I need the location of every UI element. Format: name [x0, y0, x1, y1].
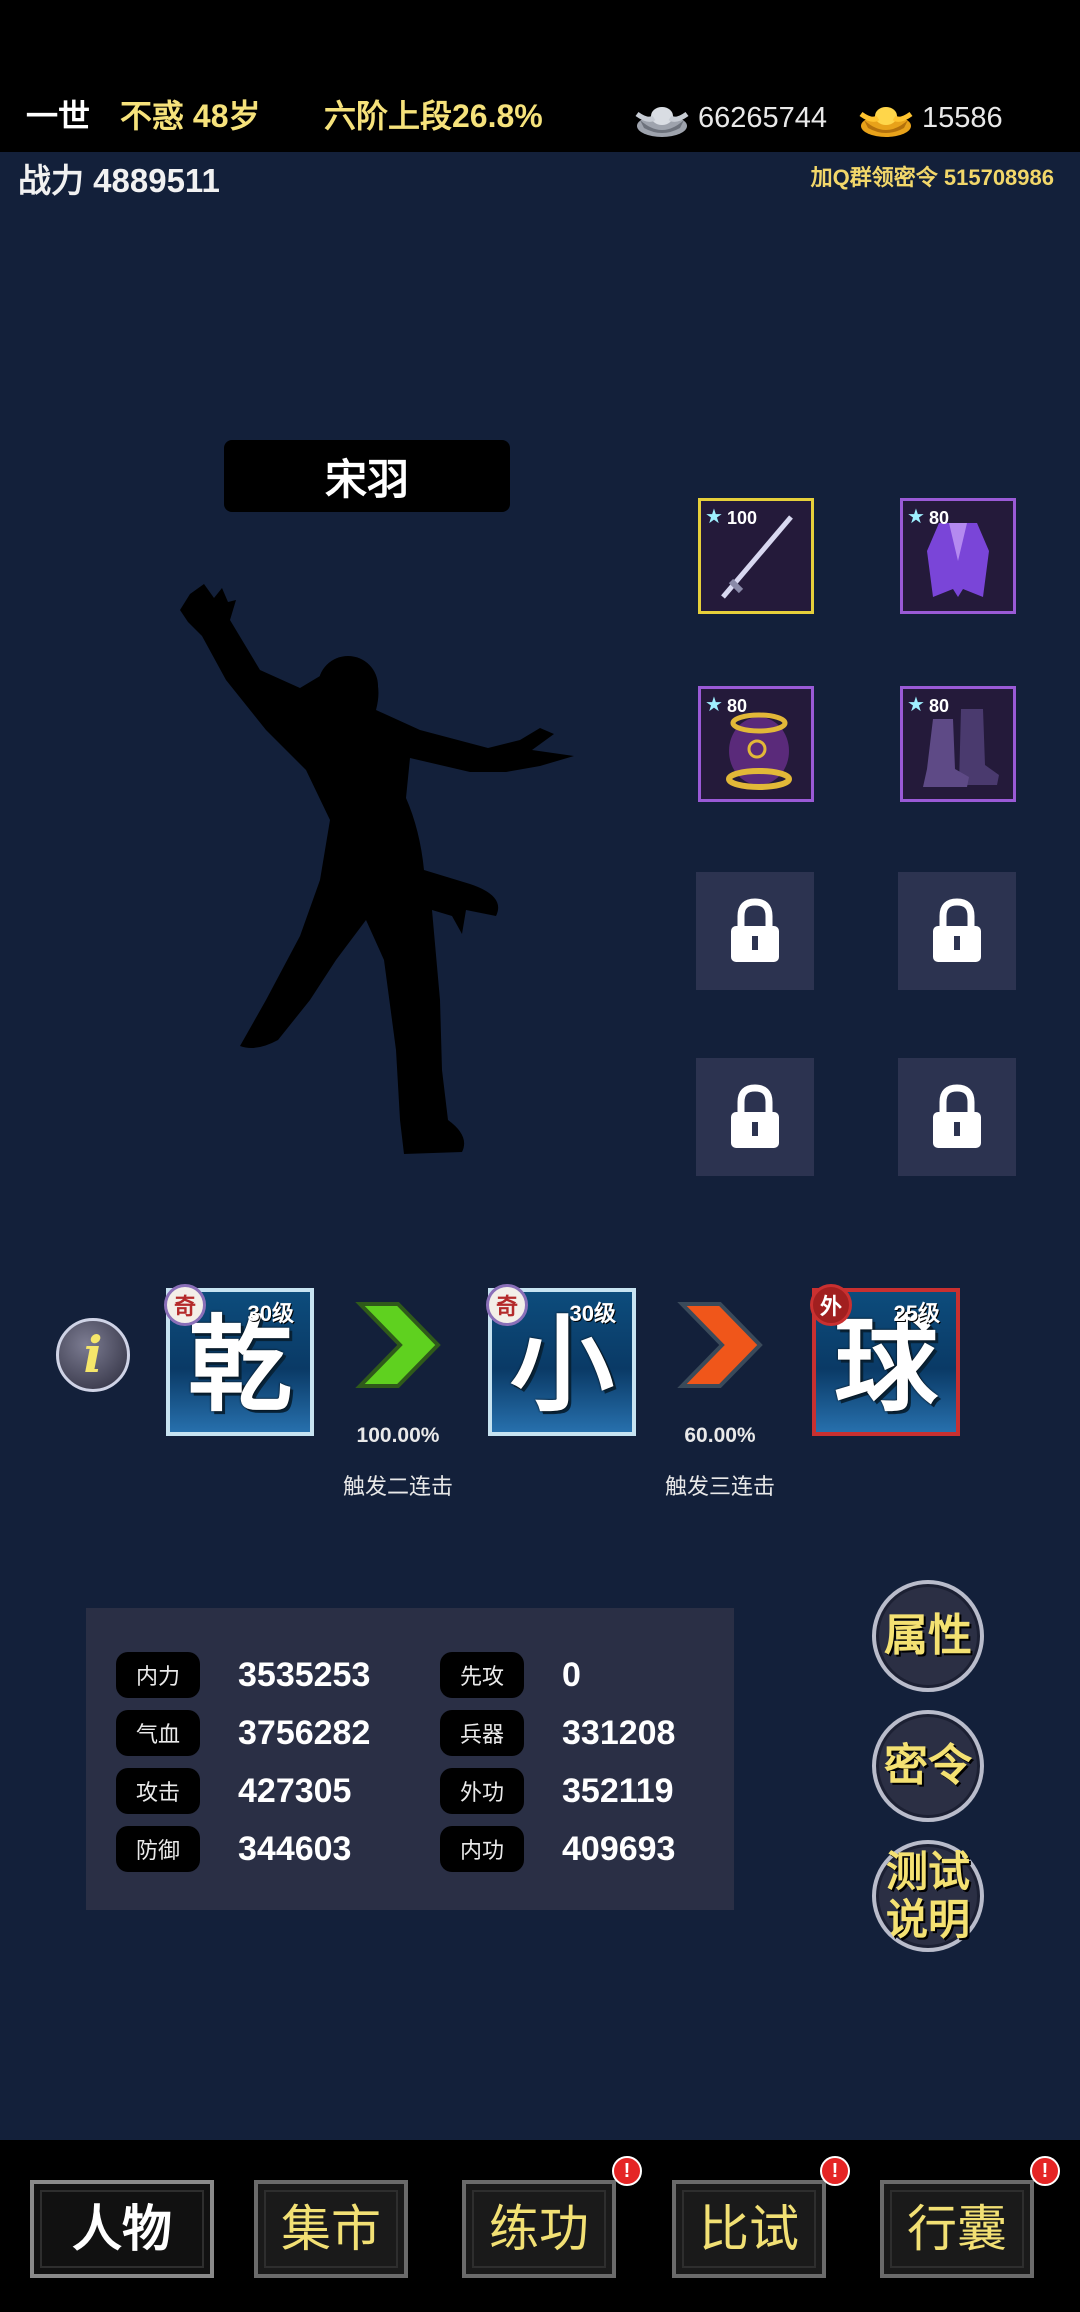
tab-character[interactable]: 人物 [30, 2180, 214, 2278]
skill-card-1[interactable]: 乾 30级 奇 [164, 1284, 314, 1436]
silver-ingot-icon [635, 107, 689, 137]
equip-level: 80 [727, 696, 748, 716]
test-info-line1: 测试 [885, 1848, 970, 1895]
star-icon: ★ [705, 694, 723, 716]
info-button[interactable]: i [56, 1318, 130, 1392]
combat-power: 战力 4889511 [18, 162, 220, 199]
chevron-right-icon [355, 1302, 441, 1388]
test-info-label: 测试 说明 [886, 1848, 970, 1944]
skill-level: 30级 [247, 1301, 294, 1326]
gold-ingot-icon [859, 107, 913, 137]
stats-panel: 内力 3535253 先攻 0 气血 3756282 兵器 331208 攻击 … [86, 1608, 734, 1910]
code-button[interactable]: 密令 [872, 1710, 984, 1822]
age-label: 不惑 48岁 [120, 98, 261, 134]
star-icon: ★ [907, 694, 925, 716]
equip-slot-weapon[interactable]: ★ 100 [698, 498, 814, 614]
stat-value: 3535253 [238, 1656, 371, 1694]
attributes-label: 属性 [884, 1611, 972, 1660]
alert-badge: ! [820, 2156, 850, 2186]
chevron-right-icon [677, 1302, 763, 1388]
stat-label: 兵器 [440, 1710, 524, 1756]
combo-chance: 60.00% [684, 1424, 756, 1447]
stat-label: 气血 [116, 1710, 200, 1756]
locked-equip-slot[interactable] [898, 1058, 1016, 1176]
stat-label: 外功 [440, 1768, 524, 1814]
skill-card-2[interactable]: 小 30级 奇 [486, 1284, 636, 1436]
stat-label: 攻击 [116, 1768, 200, 1814]
combo-label: 触发二连击 [342, 1474, 453, 1499]
alert-badge: ! [612, 2156, 642, 2186]
lock-icon [933, 1084, 981, 1148]
realm-progress: 六阶上段26.8% [324, 98, 543, 134]
skill-type-badge: 奇 [486, 1284, 528, 1326]
stat-label: 内力 [116, 1652, 200, 1698]
skill-level: 25级 [893, 1301, 940, 1326]
stat-label: 先攻 [440, 1652, 524, 1698]
star-icon: ★ [907, 506, 925, 528]
test-info-line2: 说明 [885, 1896, 970, 1943]
lock-icon [731, 898, 779, 962]
skill-type-badge: 奇 [164, 1284, 206, 1326]
lock-icon [933, 898, 981, 962]
character-name: 宋羽 [224, 440, 510, 512]
character-silhouette [180, 584, 574, 1154]
locked-equip-slot[interactable] [696, 872, 814, 990]
attributes-button[interactable]: 属性 [872, 1580, 984, 1692]
lock-icon [731, 1084, 779, 1148]
locked-equip-slot[interactable] [696, 1058, 814, 1176]
skill-card-3[interactable]: 球 25级 外 [810, 1284, 960, 1436]
alert-badge: ! [1030, 2156, 1060, 2186]
info-icon: i [83, 1325, 103, 1384]
combo-label: 触发三连击 [664, 1474, 775, 1499]
skill-type-badge: 外 [810, 1284, 852, 1326]
stat-value: 344603 [238, 1830, 352, 1868]
qq-group-note[interactable]: 加Q群领密令 515708986 [811, 160, 1054, 196]
skill-level: 30级 [569, 1301, 616, 1326]
combo-chance: 100.00% [356, 1424, 440, 1447]
tab-inventory[interactable]: 行囊 [880, 2180, 1034, 2278]
equip-level: 80 [929, 508, 950, 528]
stat-value: 409693 [562, 1830, 676, 1868]
equip-slot-bracer[interactable]: ★ 80 [698, 686, 814, 802]
star-icon: ★ [705, 506, 723, 528]
equip-slot-armor[interactable]: ★ 80 [900, 498, 1016, 614]
tab-duel[interactable]: 比试 [672, 2180, 826, 2278]
stat-label: 内功 [440, 1826, 524, 1872]
code-label: 密令 [884, 1741, 972, 1790]
lifetime-label: 一世 [26, 98, 91, 134]
locked-equip-slot[interactable] [898, 872, 1016, 990]
gold-amount: 15586 [922, 102, 1003, 134]
equip-level: 100 [727, 508, 758, 528]
equip-slot-boots[interactable]: ★ 80 [900, 686, 1016, 802]
stat-value: 427305 [238, 1772, 352, 1810]
stat-value: 331208 [562, 1714, 676, 1752]
silver-amount: 66265744 [698, 102, 828, 134]
test-info-button[interactable]: 测试 说明 [872, 1840, 984, 1952]
stat-label: 防御 [116, 1826, 200, 1872]
tab-market[interactable]: 集市 [254, 2180, 408, 2278]
stat-value: 0 [562, 1656, 581, 1694]
tab-training[interactable]: 练功 [462, 2180, 616, 2278]
equip-level: 80 [929, 696, 950, 716]
stat-value: 3756282 [238, 1714, 371, 1752]
stat-value: 352119 [562, 1772, 674, 1810]
